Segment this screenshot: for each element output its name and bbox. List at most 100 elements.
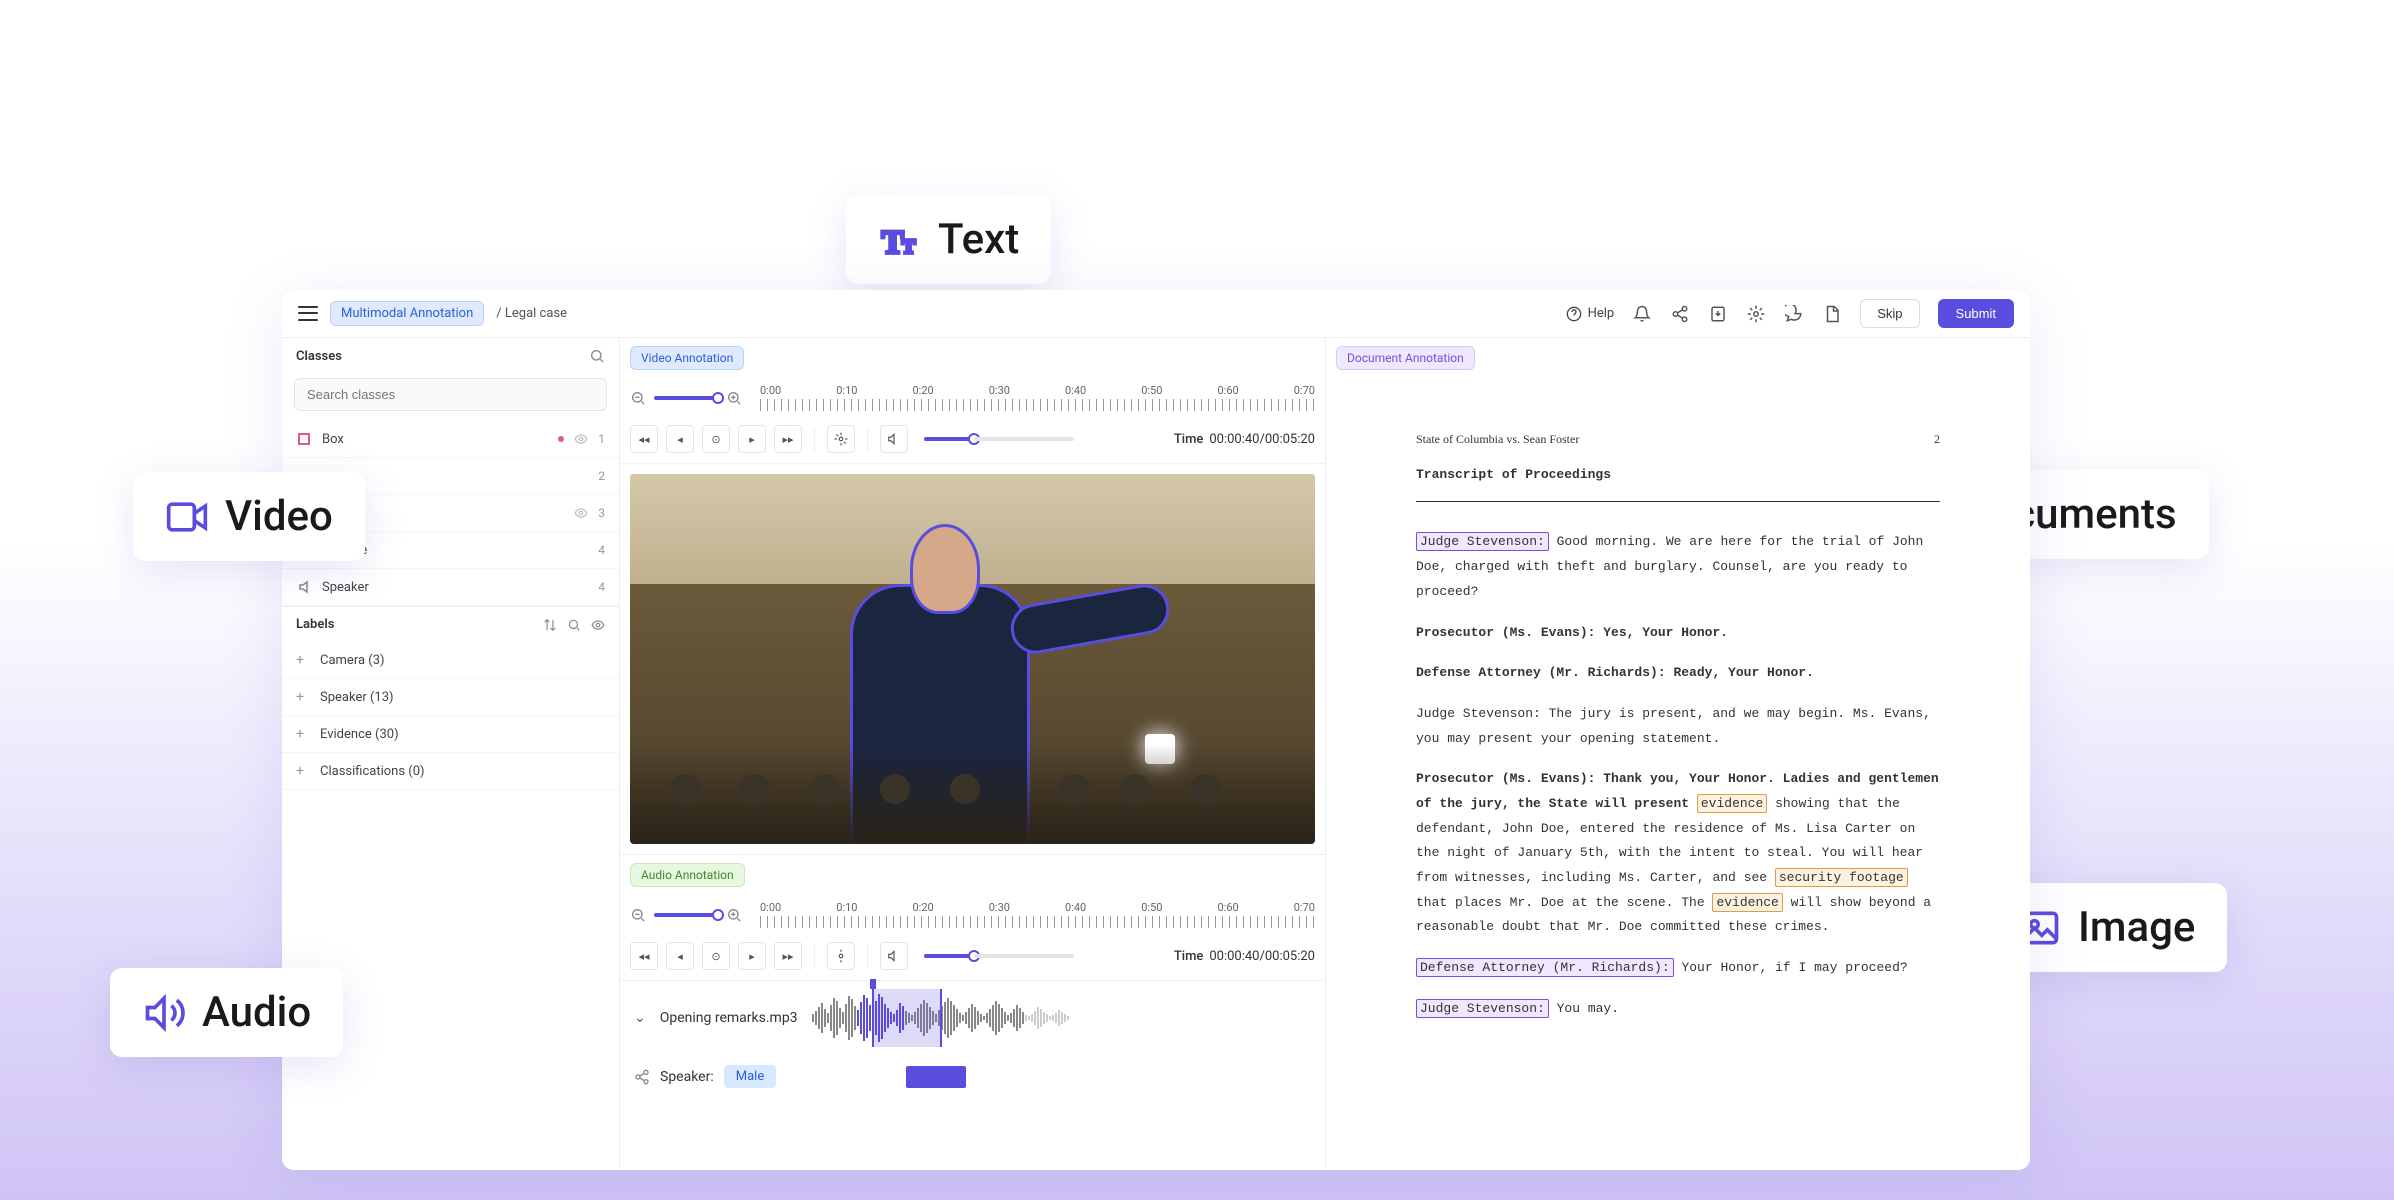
document-page[interactable]: State of Columbia vs. Sean Foster 2 Tran…	[1366, 398, 1990, 1067]
classes-header: Classes	[282, 338, 619, 374]
config-button[interactable]	[827, 425, 855, 453]
entity-evidence[interactable]: evidence	[1712, 893, 1782, 912]
topbar: Multimodal Annotation / Legal case Help …	[282, 290, 2030, 338]
help-icon	[1566, 306, 1582, 322]
label-item[interactable]: + Classifications (0)	[282, 753, 619, 790]
playhead[interactable]	[870, 979, 876, 989]
video-transport: ◂◂ ◂ ⊙ ▸ ▸▸ Time 00:00:40/00:05:20	[620, 421, 1325, 464]
audio-transport: ◂◂ ◂ ⊙ ▸ ▸▸ Time 00:00:40/00:05:20	[620, 938, 1325, 981]
audio-timeline-ruler[interactable]: 0:00 0:10 0:20 0:30 0:40 0:50 0:60 0:70	[760, 901, 1315, 928]
expand-icon[interactable]: +	[296, 763, 310, 779]
speaker-icon	[296, 579, 312, 595]
speaker-row: Speaker: Male	[620, 1055, 1325, 1098]
search-icon[interactable]	[589, 348, 605, 364]
app-window: Multimodal Annotation / Legal case Help …	[282, 290, 2030, 1170]
play-button[interactable]: ⊙	[702, 942, 730, 970]
video-timeline-ruler[interactable]: 0:00 0:10 0:20 0:30 0:40 0:50 0:60 0:70	[760, 384, 1315, 411]
submit-button[interactable]: Submit	[1938, 299, 2014, 328]
entity-judge[interactable]: Judge Stevenson:	[1416, 532, 1549, 551]
comment-icon[interactable]	[1784, 304, 1804, 324]
zoom-out-icon[interactable]	[630, 390, 646, 406]
skip-back-button[interactable]: ◂◂	[630, 942, 658, 970]
step-back-button[interactable]: ◂	[666, 942, 694, 970]
step-back-button[interactable]: ◂	[666, 425, 694, 453]
entity-security-footage[interactable]: security footage	[1775, 868, 1908, 887]
class-name: Box	[322, 432, 548, 447]
expand-icon[interactable]: +	[296, 689, 310, 705]
share-icon[interactable]	[1670, 304, 1690, 324]
audio-section: Audio Annotation 0:00 0:10 0:20 0:30	[620, 854, 1325, 1098]
box-icon	[296, 431, 312, 447]
volume-button[interactable]	[880, 425, 908, 453]
waveform-selection[interactable]	[872, 989, 942, 1047]
audio-ruler-row: 0:00 0:10 0:20 0:30 0:40 0:50 0:60 0:70	[620, 895, 1325, 938]
audio-track-row: ⌄ Opening remarks.mp3	[620, 981, 1325, 1055]
bell-icon[interactable]	[1632, 304, 1652, 324]
skip-forward-button[interactable]: ▸▸	[774, 425, 802, 453]
label-item[interactable]: +Camera (3)	[282, 642, 619, 679]
expand-icon[interactable]: +	[296, 726, 310, 742]
skip-forward-button[interactable]: ▸▸	[774, 942, 802, 970]
download-icon[interactable]	[1708, 304, 1728, 324]
entity-evidence[interactable]: evidence	[1697, 794, 1767, 813]
segment-bar[interactable]	[906, 1066, 966, 1088]
doc-case-title: State of Columbia vs. Sean Foster	[1416, 428, 1579, 451]
class-item[interactable]: Speaker 4	[282, 569, 619, 606]
label-name: Speaker (13)	[320, 690, 394, 705]
label-name: Evidence (30)	[320, 727, 399, 742]
menu-button[interactable]	[298, 304, 318, 324]
video-progress-slider[interactable]	[924, 437, 974, 441]
class-item[interactable]: Box 1	[282, 421, 619, 458]
config-button[interactable]	[827, 942, 855, 970]
breadcrumb-project[interactable]: Multimodal Annotation	[330, 301, 484, 326]
doc-heading: Transcript of Proceedings	[1416, 463, 1940, 488]
entity-defense-attorney[interactable]: Defense Attorney (Mr. Richards):	[1416, 958, 1674, 977]
visibility-icon[interactable]	[574, 432, 588, 446]
speaker-chip[interactable]: Male	[724, 1065, 776, 1088]
label-item[interactable]: + Speaker (13)	[282, 679, 619, 716]
help-link[interactable]: Help	[1566, 306, 1615, 322]
settings-icon[interactable]	[1746, 304, 1766, 324]
visibility-icon[interactable]	[574, 506, 588, 520]
chevron-down-icon[interactable]: ⌄	[634, 1010, 646, 1026]
floating-label-text: TT Text	[846, 195, 1051, 284]
zoom-slider[interactable]	[654, 913, 718, 917]
volume-button[interactable]	[880, 942, 908, 970]
step-forward-button[interactable]: ▸	[738, 425, 766, 453]
zoom-in-icon[interactable]	[726, 390, 742, 406]
doc-body: Judge Stevenson: Good morning. We are he…	[1416, 530, 1940, 1021]
eye-icon[interactable]	[591, 618, 605, 632]
breadcrumb-path: / Legal case	[496, 306, 567, 321]
doc-page-number: 2	[1934, 428, 1940, 451]
zoom-slider[interactable]	[654, 396, 718, 400]
skip-back-button[interactable]: ◂◂	[630, 425, 658, 453]
entity-judge[interactable]: Judge Stevenson:	[1416, 999, 1549, 1018]
floating-label-video-caption: Video	[225, 492, 333, 541]
audio-track-name: Opening remarks.mp3	[660, 1010, 798, 1026]
label-name: Classifications (0)	[320, 764, 425, 779]
labels-title: Labels	[296, 617, 334, 632]
svg-text:T: T	[882, 224, 904, 260]
skip-button[interactable]: Skip	[1860, 299, 1919, 328]
step-forward-button[interactable]: ▸	[738, 942, 766, 970]
waveform[interactable]	[812, 993, 1311, 1043]
floating-label-audio: Audio	[110, 968, 343, 1057]
floating-label-audio-caption: Audio	[202, 988, 311, 1037]
play-button[interactable]: ⊙	[702, 425, 730, 453]
sort-icon[interactable]	[543, 618, 557, 632]
expand-icon[interactable]: +	[296, 652, 310, 668]
center-column: Video Annotation 0:00 0:10 0:20 0:30 0:4…	[620, 338, 1326, 1170]
search-icon[interactable]	[567, 618, 581, 632]
search-classes-input[interactable]	[294, 378, 607, 411]
class-count: 2	[598, 469, 605, 483]
labels-section: Labels +Camera (3) + Speaker (13) + Eviden…	[282, 606, 619, 790]
audio-progress-slider[interactable]	[924, 954, 974, 958]
video-annotation-tag: Video Annotation	[630, 346, 744, 370]
label-item[interactable]: + Evidence (30)	[282, 716, 619, 753]
video-preview[interactable]	[630, 474, 1315, 844]
zoom-out-icon[interactable]	[630, 907, 646, 923]
video-icon	[165, 495, 209, 539]
zoom-in-icon[interactable]	[726, 907, 742, 923]
video-ruler-row: 0:00 0:10 0:20 0:30 0:40 0:50 0:60 0:70	[620, 378, 1325, 421]
file-icon[interactable]	[1822, 304, 1842, 324]
